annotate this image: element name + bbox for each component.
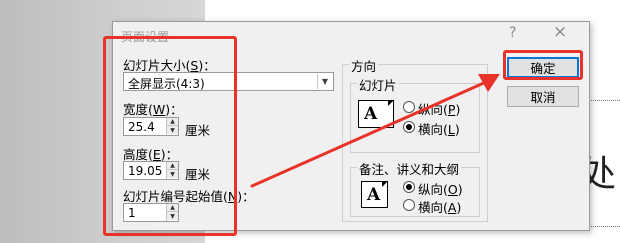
arrow-shaft xyxy=(250,80,488,188)
annotation-arrow xyxy=(250,74,500,188)
